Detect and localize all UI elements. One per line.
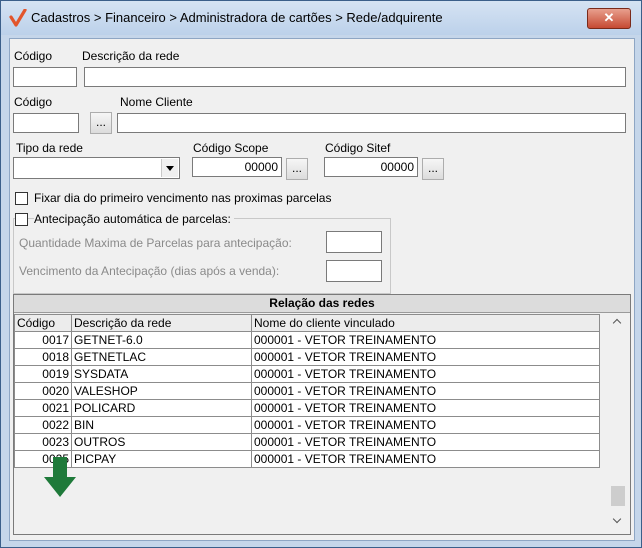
close-button[interactable]: ✕ — [587, 8, 631, 29]
fixar-checkbox[interactable] — [15, 192, 28, 205]
row-cliente[interactable]: 000001 - VETOR TREINAMENTO — [251, 348, 600, 366]
fixar-label: Fixar dia do primeiro vencimento nas pro… — [34, 191, 332, 205]
table-row[interactable]: 0020 VALESHOP 000001 - VETOR TREINAMENTO — [14, 382, 600, 400]
row-cliente[interactable]: 000001 - VETOR TREINAMENTO — [251, 450, 600, 468]
cliente-codigo-input[interactable] — [13, 113, 79, 133]
scrollbar-thumb[interactable] — [611, 486, 625, 506]
row-codigo[interactable]: 0020 — [14, 382, 72, 400]
grid-caption: Relação das redes — [14, 295, 630, 313]
redes-table: Código Descrição da rede Nome do cliente… — [14, 314, 600, 468]
codigo-label: Código — [14, 49, 53, 63]
row-codigo[interactable]: 0021 — [14, 399, 72, 417]
scroll-down-icon[interactable] — [609, 512, 627, 530]
table-header-row: Código Descrição da rede Nome do cliente… — [14, 314, 600, 332]
table-row[interactable]: 0017 GETNET-6.0 000001 - VETOR TREINAMENTO — [14, 331, 600, 349]
table-row[interactable]: 0019 SYSDATA 000001 - VETOR TREINAMENTO — [14, 365, 600, 383]
vertical-scrollbar[interactable] — [609, 314, 627, 530]
row-cliente[interactable]: 000001 - VETOR TREINAMENTO — [251, 382, 600, 400]
table-row[interactable]: 0018 GETNETLAC 000001 - VETOR TREINAMENTO — [14, 348, 600, 366]
scope-input[interactable] — [192, 157, 282, 177]
row-codigo[interactable]: 0019 — [14, 365, 72, 383]
row-descricao[interactable]: VALESHOP — [71, 382, 252, 400]
row-codigo[interactable]: 0023 — [14, 433, 72, 451]
nome-cliente-label: Nome Cliente — [120, 95, 193, 109]
table-row[interactable]: 0025PICPAY000001 - VETOR TREINAMENTO — [14, 450, 600, 468]
row-cliente[interactable]: 000001 - VETOR TREINAMENTO — [251, 399, 600, 417]
codigo-input[interactable] — [13, 67, 77, 87]
nome-cliente-input[interactable] — [117, 113, 626, 133]
sitef-lookup-button[interactable]: ... — [422, 158, 444, 180]
form-panel: Código Descrição da rede Código Nome Cli… — [9, 38, 635, 541]
column-header-cliente[interactable]: Nome do cliente vinculado — [251, 314, 600, 332]
sitef-input[interactable] — [324, 157, 418, 177]
row-cliente[interactable]: 000001 - VETOR TREINAMENTO — [251, 433, 600, 451]
redes-grid: Relação das redes Código Descrição da re… — [13, 294, 631, 535]
row-descricao[interactable]: OUTROS — [71, 433, 252, 451]
tipo-rede-label: Tipo da rede — [16, 141, 83, 155]
check-mark-icon — [9, 9, 27, 27]
cliente-lookup-button[interactable]: ... — [90, 112, 112, 134]
down-arrow-icon — [44, 457, 76, 497]
cliente-codigo-label: Código — [14, 95, 53, 109]
scope-lookup-button[interactable]: ... — [286, 158, 308, 180]
row-descricao[interactable]: POLICARD — [71, 399, 252, 417]
qtd-max-label: Quantidade Maxima de Parcelas para antec… — [19, 236, 292, 250]
scroll-up-icon[interactable] — [609, 314, 627, 332]
qtd-max-input[interactable] — [326, 231, 382, 253]
app-window: Cadastros > Financeiro > Administradora … — [0, 0, 642, 548]
row-codigo[interactable]: 0017 — [14, 331, 72, 349]
row-descricao[interactable]: BIN — [71, 416, 252, 434]
sitef-label: Código Sitef — [325, 141, 391, 155]
chevron-down-icon[interactable] — [161, 159, 178, 177]
descricao-label: Descrição da rede — [82, 49, 180, 63]
antecipacao-label: Antecipação automática de parcelas: — [34, 212, 234, 226]
row-cliente[interactable]: 000001 - VETOR TREINAMENTO — [251, 416, 600, 434]
row-cliente[interactable]: 000001 - VETOR TREINAMENTO — [251, 365, 600, 383]
row-codigo[interactable]: 0022 — [14, 416, 72, 434]
row-descricao[interactable]: SYSDATA — [71, 365, 252, 383]
row-descricao[interactable]: GETNETLAC — [71, 348, 252, 366]
antecipacao-group — [13, 218, 391, 294]
antecipacao-checkbox[interactable] — [15, 213, 28, 226]
row-descricao[interactable]: PICPAY — [71, 450, 252, 468]
row-descricao[interactable]: GETNET-6.0 — [71, 331, 252, 349]
tipo-rede-select[interactable] — [13, 157, 180, 179]
venc-input[interactable] — [326, 260, 382, 282]
column-header-codigo[interactable]: Código — [14, 314, 72, 332]
descricao-input[interactable] — [84, 67, 626, 87]
table-row[interactable]: 0023 OUTROS 000001 - VETOR TREINAMENTO — [14, 433, 600, 451]
venc-label: Vencimento da Antecipação (dias após a v… — [19, 264, 280, 278]
window-title: Cadastros > Financeiro > Administradora … — [31, 10, 443, 25]
column-header-descricao[interactable]: Descrição da rede — [71, 314, 252, 332]
table-row[interactable]: 0022 BIN 000001 - VETOR TREINAMENTO — [14, 416, 600, 434]
scope-label: Código Scope — [193, 141, 269, 155]
row-codigo[interactable]: 0018 — [14, 348, 72, 366]
title-bar[interactable]: Cadastros > Financeiro > Administradora … — [1, 1, 641, 35]
table-row[interactable]: 0021 POLICARD 000001 - VETOR TREINAMENTO — [14, 399, 600, 417]
row-cliente[interactable]: 000001 - VETOR TREINAMENTO — [251, 331, 600, 349]
